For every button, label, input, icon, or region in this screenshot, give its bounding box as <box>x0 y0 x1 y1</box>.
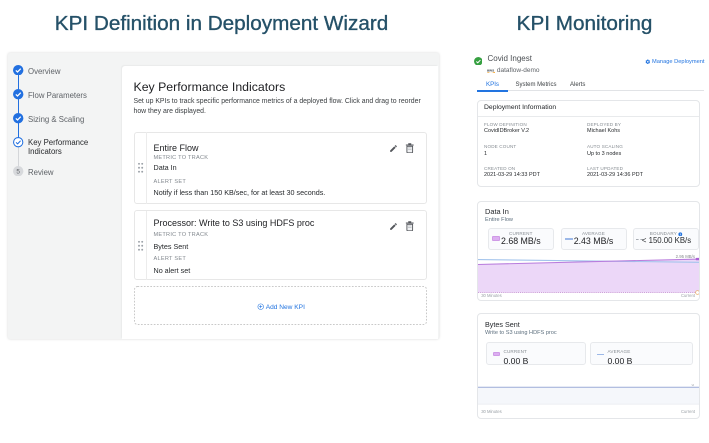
svg-text:5: 5 <box>17 168 21 175</box>
svg-text:2.95 MB/s: 2.95 MB/s <box>676 254 695 259</box>
svg-text:aws: aws <box>487 68 494 72</box>
